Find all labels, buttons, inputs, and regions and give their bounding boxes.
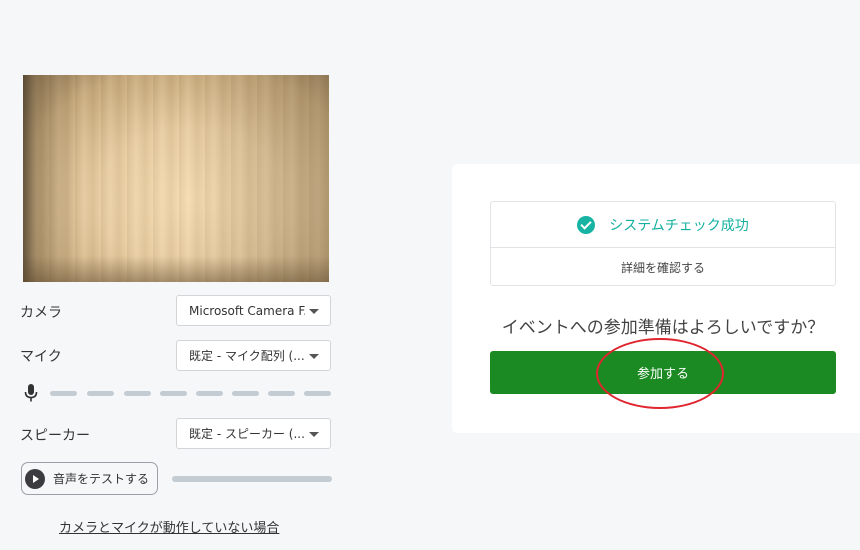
mic-label: マイク — [20, 349, 62, 365]
speaker-select[interactable]: 既定 - スピーカー (... — [176, 418, 331, 449]
speaker-select-value: 既定 - スピーカー (... — [189, 427, 305, 441]
mic-select-value: 既定 - マイク配列 (... — [189, 349, 305, 363]
system-check-status: システムチェック成功 — [491, 202, 835, 248]
mic-level-segment — [160, 391, 187, 396]
system-check-box: システムチェック成功 詳細を確認する — [490, 201, 836, 286]
preview-edge-shadow — [23, 75, 37, 282]
ready-prompt: イベントへの参加準備はよろしいですか？ — [501, 318, 825, 338]
mic-level-segment — [50, 391, 77, 396]
camera-preview — [23, 75, 329, 282]
preview-floor-shadow — [23, 256, 329, 282]
mic-level-segment — [87, 391, 114, 396]
speaker-label: スピーカー — [20, 428, 90, 444]
speaker-level-bar — [172, 476, 332, 482]
mic-level-segment — [268, 391, 295, 396]
join-panel: システムチェック成功 詳細を確認する イベントへの参加準備はよろしいですか？ 参… — [452, 164, 860, 433]
chevron-down-icon — [309, 432, 319, 437]
test-sound-label: 音声をテストする — [53, 472, 150, 486]
join-button-label: 参加する — [636, 367, 689, 382]
join-button[interactable]: 参加する — [490, 351, 836, 394]
camera-label: カメラ — [20, 305, 62, 321]
system-check-title: システムチェック成功 — [609, 217, 749, 234]
mic-level-segment — [232, 391, 259, 396]
test-sound-button[interactable]: 音声をテストする — [21, 462, 158, 495]
mic-level-segment — [304, 391, 331, 396]
play-icon — [25, 468, 45, 489]
details-link[interactable]: 詳細を確認する — [491, 248, 835, 286]
troubleshoot-link[interactable]: カメラとマイクが動作していない場合 — [59, 517, 279, 536]
microphone-icon — [24, 384, 38, 402]
mic-level-segment — [124, 391, 151, 396]
camera-select-value: Microsoft Camera F... — [189, 303, 305, 318]
mic-level-segment — [196, 391, 223, 396]
chevron-down-icon — [309, 354, 319, 359]
check-circle-icon — [577, 215, 596, 234]
chevron-down-icon — [309, 309, 319, 314]
mic-select[interactable]: 既定 - マイク配列 (... — [176, 340, 331, 371]
camera-select[interactable]: Microsoft Camera F... — [176, 295, 331, 326]
